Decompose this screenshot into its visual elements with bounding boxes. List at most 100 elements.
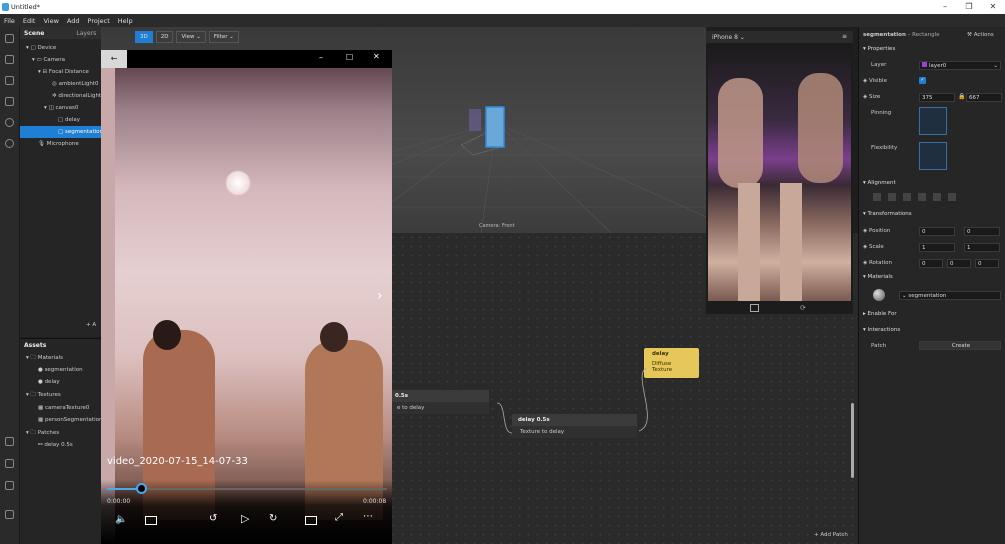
- alignment-buttons: [873, 193, 956, 201]
- tree-directional-light[interactable]: ✲ directionalLight: [52, 90, 101, 102]
- player-close-button[interactable]: ✕: [373, 52, 380, 61]
- lock-icon[interactable]: 🔒: [958, 93, 965, 100]
- align-left-button[interactable]: [873, 193, 881, 201]
- minimize-button[interactable]: –: [933, 0, 957, 14]
- tree-focal-distance[interactable]: ▾ ⊟ Focal Distance: [38, 66, 89, 78]
- seek-handle[interactable]: [135, 483, 147, 494]
- pause-icon[interactable]: [5, 76, 14, 85]
- materials-section[interactable]: ▾ Materials: [863, 274, 893, 280]
- rotation-z-input[interactable]: 0: [975, 259, 999, 268]
- align-bottom-button[interactable]: [948, 193, 956, 201]
- properties-section[interactable]: ▾ Properties: [863, 46, 895, 52]
- menu-add[interactable]: Add: [63, 14, 84, 25]
- scale-y-input[interactable]: 1: [964, 243, 1000, 252]
- mode-2d-button[interactable]: 2D: [155, 31, 174, 43]
- canvas-plane[interactable]: [485, 106, 505, 148]
- fullscreen-icon[interactable]: ⤢: [335, 512, 343, 523]
- mini-view-icon[interactable]: [305, 516, 317, 525]
- import-icon[interactable]: [5, 459, 14, 468]
- visible-checkbox[interactable]: ✓: [919, 77, 926, 84]
- rotate-icon[interactable]: ⟳: [800, 304, 806, 312]
- assets-materials[interactable]: ▾ 🗀 Materials: [26, 352, 63, 364]
- title-bar: Untitled* – ❐ ✕: [0, 0, 1005, 14]
- next-chevron-icon[interactable]: ›: [377, 288, 383, 304]
- seek-bar[interactable]: [107, 488, 387, 490]
- actions-button[interactable]: ⚒ Actions: [967, 29, 994, 41]
- interactions-section[interactable]: ▾ Interactions: [863, 327, 900, 333]
- camera-icon[interactable]: [5, 55, 14, 64]
- square-icon[interactable]: [5, 97, 14, 106]
- tree-device[interactable]: ▾ ▢ Device: [26, 42, 56, 54]
- tree-ambient-light[interactable]: ◎ ambientLight0: [52, 78, 99, 90]
- tree-canvas[interactable]: ▾ ◫ canvas0: [44, 102, 78, 114]
- tree-segmentation[interactable]: ▢ segmentation: [20, 126, 103, 138]
- patch-scrollbar[interactable]: [851, 403, 854, 478]
- captions-icon[interactable]: [145, 516, 157, 525]
- time-total: 0:00:08: [363, 498, 387, 505]
- position-y-input[interactable]: 0: [964, 227, 1000, 236]
- asset-segmentation-material[interactable]: ● segmentation: [38, 364, 83, 376]
- scene-icon[interactable]: [5, 34, 14, 43]
- upload-icon[interactable]: [5, 481, 14, 490]
- alignment-section[interactable]: ▾ Alignment: [863, 180, 896, 186]
- layer-select[interactable]: layer0 ⌄: [919, 61, 1001, 70]
- tree-microphone[interactable]: 🎙 Microphone: [38, 138, 79, 150]
- player-maximize-button[interactable]: ☐: [346, 53, 353, 62]
- forward-30-icon[interactable]: ↻: [269, 513, 277, 524]
- object-header: segmentation – Rectangle ⚒ Actions: [859, 29, 1005, 41]
- menu-help[interactable]: Help: [114, 14, 137, 25]
- mode-3d-button[interactable]: 3D: [135, 31, 153, 43]
- enable-for-section[interactable]: ▸ Enable For: [863, 311, 897, 317]
- maximize-button[interactable]: ❐: [957, 0, 981, 14]
- material-field[interactable]: ⌄ segmentation: [899, 291, 1001, 300]
- menu-view[interactable]: View: [39, 14, 62, 25]
- position-x-input[interactable]: 0: [919, 227, 955, 236]
- filter-dropdown[interactable]: Filter ⌄: [208, 31, 239, 43]
- rewind-10-icon[interactable]: ↺: [209, 513, 217, 524]
- asset-delay-patch[interactable]: ⚯ delay 0.5s: [38, 439, 73, 451]
- flexibility-widget[interactable]: [919, 142, 947, 170]
- align-middle-button[interactable]: [933, 193, 941, 201]
- scene-header: Scene Layers: [20, 27, 101, 39]
- tree-camera[interactable]: ▾ ▭ Camera: [32, 54, 65, 66]
- search-icon[interactable]: [5, 139, 14, 148]
- refresh-icon[interactable]: [5, 118, 14, 127]
- more-options-icon[interactable]: ⋯: [363, 511, 373, 522]
- scene-tab[interactable]: Scene: [24, 30, 44, 37]
- back-arrow-icon[interactable]: ←: [101, 50, 127, 68]
- rotation-y-input[interactable]: 0: [947, 259, 971, 268]
- align-top-button[interactable]: [918, 193, 926, 201]
- device-selector[interactable]: iPhone 8 ⌄: [712, 34, 745, 41]
- asset-camera-texture[interactable]: ▦ cameraTexture0: [38, 402, 89, 414]
- size-height-input[interactable]: 667: [966, 93, 1002, 102]
- create-patch-button[interactable]: Create: [919, 341, 1001, 350]
- menu-edit[interactable]: Edit: [19, 14, 40, 25]
- preview-menu-icon[interactable]: ≡: [842, 33, 847, 40]
- assets-textures[interactable]: ▾ 🗀 Textures: [26, 389, 61, 401]
- menu-file[interactable]: File: [0, 14, 19, 25]
- scale-x-input[interactable]: 1: [919, 243, 955, 252]
- close-button[interactable]: ✕: [981, 0, 1005, 14]
- rotation-x-input[interactable]: 0: [919, 259, 943, 268]
- player-minimize-button[interactable]: –: [319, 53, 323, 62]
- view-dropdown[interactable]: View ⌄: [176, 31, 206, 43]
- play-icon[interactable]: ▷: [241, 512, 249, 525]
- screenshot-icon[interactable]: [750, 304, 759, 312]
- align-right-button[interactable]: [903, 193, 911, 201]
- pinning-widget[interactable]: [919, 107, 947, 135]
- transformations-section[interactable]: ▾ Transformations: [863, 211, 912, 217]
- tree-delay[interactable]: ▢ delay: [58, 114, 80, 126]
- volume-icon[interactable]: 🔈: [115, 514, 127, 525]
- settings-icon[interactable]: [5, 510, 14, 519]
- scene-add-button[interactable]: + A: [86, 319, 96, 331]
- assets-patches[interactable]: ▾ 🗀 Patches: [26, 427, 59, 439]
- size-width-input[interactable]: 375: [919, 93, 955, 102]
- asset-delay-material[interactable]: ● delay: [38, 376, 60, 388]
- add-patch-button[interactable]: + Add Patch: [814, 532, 848, 538]
- asset-person-segmentation[interactable]: ▦ personSegmentation: [38, 414, 102, 426]
- align-center-button[interactable]: [888, 193, 896, 201]
- layers-tab[interactable]: Layers: [76, 30, 96, 37]
- export-icon[interactable]: [5, 437, 14, 446]
- menu-project[interactable]: Project: [84, 14, 114, 25]
- object-name: segmentation: [863, 32, 906, 38]
